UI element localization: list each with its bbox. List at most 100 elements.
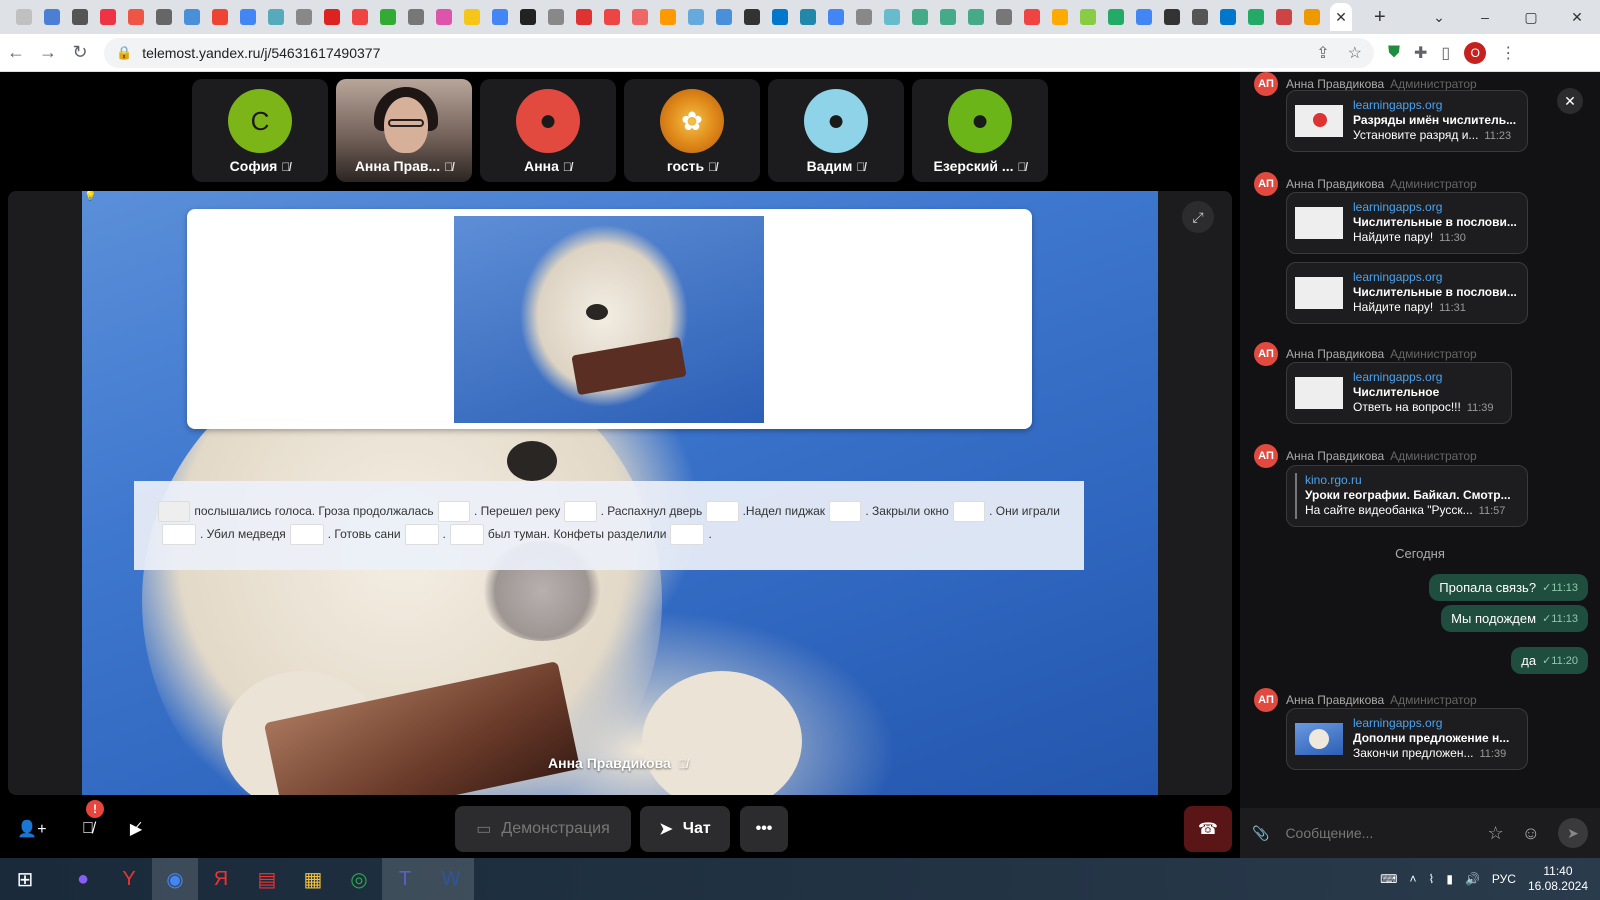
tab-favicon[interactable] <box>436 9 452 25</box>
bookmark-star-icon[interactable]: ☆ <box>1348 43 1362 63</box>
tab-favicon[interactable] <box>240 9 256 25</box>
tab-favicon[interactable] <box>1304 9 1320 25</box>
tab-favicon[interactable] <box>324 9 340 25</box>
tab-favicon[interactable] <box>716 9 732 25</box>
close-window-button[interactable]: ✕ <box>1554 9 1600 26</box>
clock[interactable]: 11:40 16.08.2024 <box>1528 864 1588 894</box>
start-button[interactable]: ⊞ <box>0 858 50 900</box>
answer-blank-input[interactable] <box>162 524 196 545</box>
tab-favicon[interactable] <box>828 9 844 25</box>
language-indicator[interactable]: РУС <box>1492 872 1516 886</box>
hang-up-button[interactable]: ☎ <box>1184 806 1232 852</box>
minimize-button[interactable]: – <box>1462 9 1508 25</box>
tab-favicon[interactable] <box>184 9 200 25</box>
tab-favicon[interactable] <box>856 9 872 25</box>
answer-blank-input[interactable] <box>706 501 739 522</box>
tray-chevron-icon[interactable]: ˄ <box>1409 872 1416 886</box>
tab-favicon[interactable] <box>212 9 228 25</box>
taskbar-app-icon[interactable]: ▦ <box>290 858 336 900</box>
camera-toggle-button[interactable]: ▶̸ <box>112 806 160 852</box>
tab-favicon[interactable] <box>1248 9 1264 25</box>
participant-tile[interactable]: С София 🎙̸ <box>192 79 328 182</box>
participant-tile[interactable]: ● Анна 🎙̸ <box>480 79 616 182</box>
taskbar-app-icon[interactable]: W <box>428 858 474 900</box>
taskbar-app-icon[interactable]: ◉ <box>152 858 198 900</box>
tab-favicon[interactable] <box>632 9 648 25</box>
participant-tile[interactable]: ✿ гость 🎙̸ <box>624 79 760 182</box>
tab-favicon[interactable] <box>940 9 956 25</box>
forward-icon[interactable]: → <box>32 42 64 63</box>
taskbar-app-icon[interactable]: T <box>382 858 428 900</box>
tab-favicon[interactable] <box>156 9 172 25</box>
tab-favicon[interactable] <box>464 9 480 25</box>
tab-favicon[interactable] <box>912 9 928 25</box>
tab-favicon[interactable] <box>72 9 88 25</box>
tab-favicon[interactable] <box>1220 9 1236 25</box>
answer-blank-input[interactable] <box>404 524 439 545</box>
answer-blank-input[interactable] <box>564 501 597 522</box>
shield-extension-icon[interactable]: ⛊ <box>1388 44 1400 62</box>
tab-favicon[interactable] <box>268 9 284 25</box>
tab-favicon[interactable] <box>576 9 592 25</box>
answer-blank-input[interactable] <box>449 524 484 545</box>
link-preview-message[interactable]: learningapps.org Числительные в послови..… <box>1286 262 1528 324</box>
menu-dots-icon[interactable]: ⋮ <box>1500 43 1516 63</box>
author-avatar[interactable]: АП <box>1254 688 1278 712</box>
tab-favicon[interactable] <box>688 9 704 25</box>
answer-blank-input[interactable] <box>158 501 191 522</box>
mic-toggle-button[interactable]: 🎙̸ ! <box>64 800 112 852</box>
attach-icon[interactable]: 📎 <box>1252 825 1269 842</box>
message-input[interactable]: Сообщение... <box>1285 825 1487 841</box>
new-tab-button[interactable]: + <box>1374 6 1386 29</box>
outgoing-message[interactable]: Мы подождем ✓11:13 <box>1441 605 1588 632</box>
link-preview-message[interactable]: learningapps.org Разряды имён числитель..… <box>1286 90 1528 152</box>
tab-favicon[interactable] <box>1136 9 1152 25</box>
reload-icon[interactable]: ↻ <box>64 42 96 63</box>
profile-avatar[interactable]: O <box>1464 41 1487 64</box>
tab-favicon[interactable] <box>352 9 368 25</box>
link-domain[interactable]: kino.rgo.ru <box>1305 473 1511 488</box>
outgoing-message[interactable]: Пропала связь? ✓11:13 <box>1429 574 1588 601</box>
link-preview-message[interactable]: learningapps.org Дополни предложение н...… <box>1286 708 1528 770</box>
answer-blank-input[interactable] <box>437 501 470 522</box>
tab-favicon[interactable] <box>380 9 396 25</box>
tab-favicon[interactable] <box>296 9 312 25</box>
link-domain[interactable]: learningapps.org <box>1353 200 1517 215</box>
tab-favicon[interactable] <box>1276 9 1292 25</box>
author-avatar[interactable]: АП <box>1254 444 1278 468</box>
keyboard-icon[interactable]: ⌨ <box>1380 872 1397 886</box>
more-button[interactable]: ••• <box>740 806 788 852</box>
answer-blank-input[interactable] <box>829 501 862 522</box>
fullscreen-icon[interactable]: ⤢ <box>1182 201 1214 233</box>
close-chat-button[interactable]: ✕ <box>1557 88 1583 114</box>
tab-favicon[interactable] <box>660 9 676 25</box>
tab-favicon[interactable] <box>100 9 116 25</box>
tab-favicon[interactable] <box>548 9 564 25</box>
taskbar-app-icon[interactable]: ◎ <box>336 858 382 900</box>
taskbar-app-icon[interactable]: ▤ <box>244 858 290 900</box>
answer-blank-input[interactable] <box>670 524 705 545</box>
add-participant-button[interactable]: 👤+ <box>8 806 56 852</box>
author-avatar[interactable]: АП <box>1254 72 1278 96</box>
active-tab[interactable]: ✕ <box>1330 3 1352 31</box>
tab-favicon[interactable] <box>492 9 508 25</box>
send-button[interactable]: ➤ <box>1558 818 1588 848</box>
share-icon[interactable]: ⇪ <box>1316 43 1329 63</box>
taskbar-app-icon[interactable]: Я <box>198 858 244 900</box>
outgoing-message[interactable]: да ✓11:20 <box>1511 647 1588 674</box>
link-domain[interactable]: learningapps.org <box>1353 370 1494 385</box>
tab-favicon[interactable] <box>800 9 816 25</box>
tab-favicon[interactable] <box>996 9 1012 25</box>
taskbar-app-icon[interactable]: Y <box>106 858 152 900</box>
puzzle-extension-icon[interactable]: ✚ <box>1414 43 1427 63</box>
url-input[interactable]: 🔒 telemost.yandex.ru/j/54631617490377 ⇪ … <box>104 37 1374 68</box>
participant-tile[interactable]: ● Вадим 🎙̸ <box>768 79 904 182</box>
tab-favicon[interactable] <box>520 9 536 25</box>
emoji-icon[interactable]: ☺ <box>1522 823 1540 844</box>
sidepanel-icon[interactable]: ▯ <box>1441 43 1450 63</box>
link-domain[interactable]: learningapps.org <box>1353 270 1517 285</box>
answer-blank-input[interactable] <box>289 524 324 545</box>
taskbar-app-icon[interactable]: ● <box>60 858 106 900</box>
maximize-button[interactable]: ▢ <box>1508 9 1554 26</box>
author-avatar[interactable]: АП <box>1254 172 1278 196</box>
